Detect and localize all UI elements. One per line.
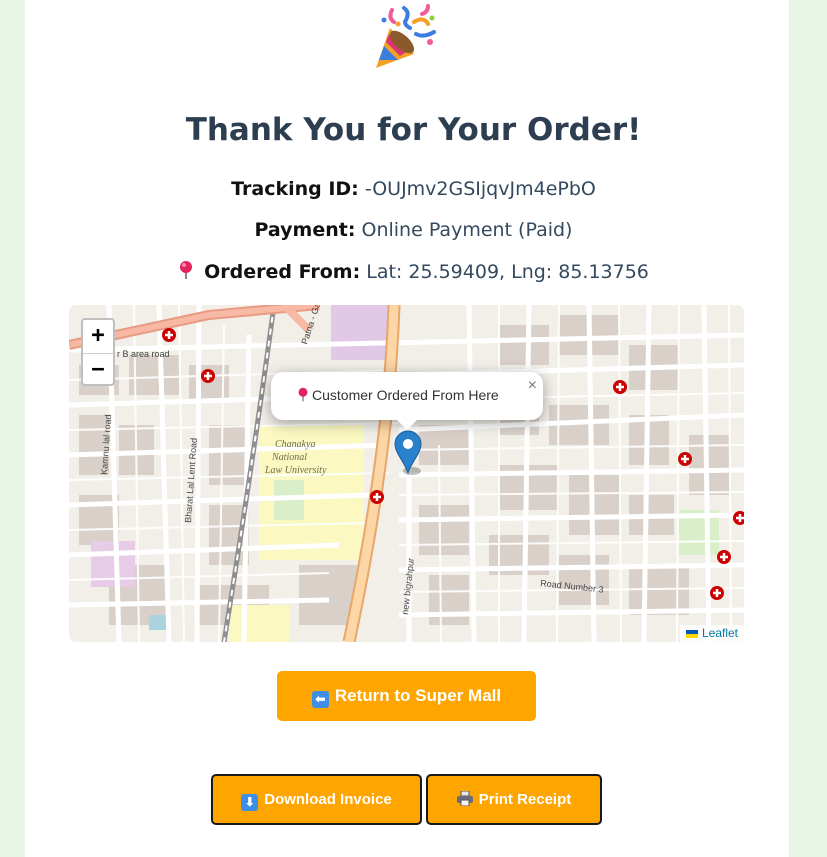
popup-text: Customer Ordered From Here bbox=[312, 387, 499, 403]
party-popper-icon bbox=[376, 4, 436, 68]
payment-line: Payment: Online Payment (Paid) bbox=[0, 219, 827, 241]
tracking-id: -OUJmv2GSIjqvJm4ePbO bbox=[364, 178, 596, 200]
marker-popup: Customer Ordered From Here × bbox=[271, 372, 543, 420]
ukraine-flag-icon bbox=[685, 629, 698, 638]
popup-close-button[interactable]: × bbox=[528, 377, 537, 395]
tracking-line: Tracking ID: -OUJmv2GSIjqvJm4ePbO bbox=[0, 178, 827, 200]
pin-icon bbox=[180, 261, 193, 279]
print-label: Print Receipt bbox=[478, 791, 572, 808]
download-label: Download Invoice bbox=[264, 791, 392, 808]
printer-icon bbox=[456, 790, 473, 807]
zoom-out-button[interactable]: − bbox=[83, 354, 113, 384]
map-label-university-2: National bbox=[271, 452, 307, 463]
page-title: Thank You for Your Order! bbox=[185, 112, 642, 148]
payment-label: Payment: bbox=[254, 219, 356, 241]
leaflet-link[interactable]: Leaflet bbox=[702, 626, 738, 640]
return-label: Return to Super Mall bbox=[334, 686, 502, 705]
order-location-map[interactable]: r B area road Patna - Gaya Kamnu lal roa… bbox=[69, 305, 744, 642]
payment-value: Online Payment (Paid) bbox=[361, 219, 573, 241]
pin-icon bbox=[298, 387, 308, 402]
origin-label: Ordered From: bbox=[204, 261, 361, 283]
tracking-label: Tracking ID: bbox=[231, 178, 359, 200]
map-label-university-3: Law University bbox=[264, 465, 327, 476]
download-icon: ⬇ bbox=[241, 794, 259, 811]
back-arrow-icon: ⬅ bbox=[311, 691, 329, 708]
map-label-university-1: Chanakya bbox=[275, 439, 316, 450]
download-invoice-button[interactable]: ⬇ Download Invoice bbox=[211, 774, 422, 825]
map-tiles[interactable]: r B area road Patna - Gaya Kamnu lal roa… bbox=[69, 305, 744, 642]
print-receipt-button[interactable]: Print Receipt bbox=[426, 774, 602, 825]
origin-coordinates: Lat: 25.59409, Lng: 85.13756 bbox=[366, 261, 649, 283]
map-label-b-area-road: r B area road bbox=[117, 349, 170, 359]
return-to-super-mall-button[interactable]: ⬅ Return to Super Mall bbox=[277, 671, 536, 721]
map-attribution: Leaflet bbox=[679, 625, 744, 642]
zoom-in-button[interactable]: + bbox=[83, 320, 113, 354]
popup-content: Customer Ordered From Here bbox=[297, 387, 499, 403]
origin-line: Ordered From: Lat: 25.59409, Lng: 85.137… bbox=[0, 260, 827, 283]
zoom-control: + − bbox=[81, 318, 115, 386]
popup-tip bbox=[396, 419, 418, 430]
